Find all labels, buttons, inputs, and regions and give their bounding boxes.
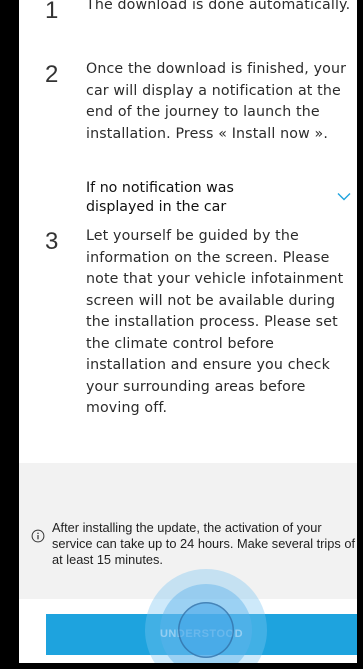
step-text: The download is done automatically. xyxy=(86,0,351,13)
step-number: 2 xyxy=(45,61,59,88)
accordion-title: If no notification was displayed in the … xyxy=(86,180,234,215)
instructions-content: 1 The download is done automatically. 2 … xyxy=(19,0,357,663)
info-text: After installing the update, the activat… xyxy=(52,520,356,567)
no-notification-accordion[interactable]: If no notification was displayed in the … xyxy=(86,179,351,219)
device-frame: 1 The download is done automatically. 2 … xyxy=(0,0,363,669)
step-text: Let yourself be guided by the informatio… xyxy=(86,228,344,416)
step-number: 1 xyxy=(45,0,59,24)
info-circle-icon xyxy=(31,529,45,543)
chevron-down-icon[interactable] xyxy=(337,192,351,201)
touch-ripple-inner xyxy=(178,602,234,658)
step-text: Once the download is finished, your car … xyxy=(86,61,347,142)
step-number: 3 xyxy=(45,228,59,255)
